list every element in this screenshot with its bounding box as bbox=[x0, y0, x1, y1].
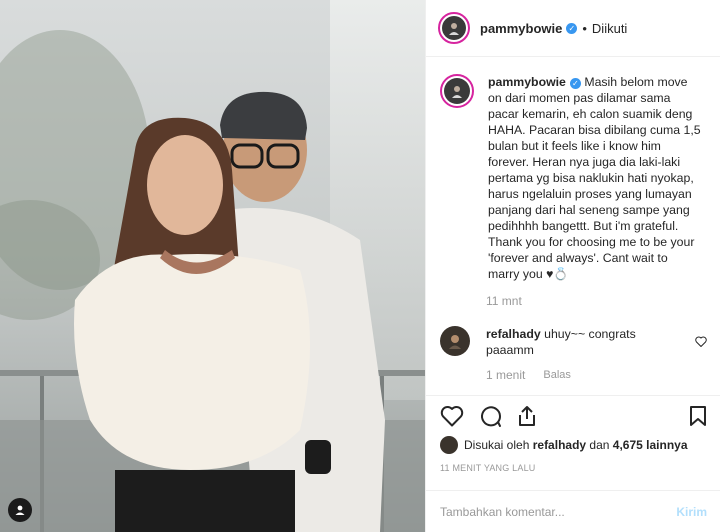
commenter-username[interactable]: refalhady bbox=[486, 327, 541, 341]
caption-text-block: pammybowie ✓ Masih belom move on dari mom… bbox=[488, 74, 702, 282]
caption-username[interactable]: pammybowie bbox=[488, 75, 566, 89]
share-icon[interactable] bbox=[516, 405, 538, 427]
add-comment-bar: Kirim bbox=[426, 490, 720, 532]
commenter-avatar[interactable] bbox=[440, 326, 470, 356]
action-icons bbox=[440, 403, 709, 429]
post-details-panel: pammybowie ✓ • Diikuti pammybowie ✓ Masih… bbox=[425, 0, 720, 532]
post-photo[interactable] bbox=[0, 0, 425, 532]
likes-user[interactable]: refalhady bbox=[533, 438, 586, 452]
separator-dot: • bbox=[582, 20, 587, 36]
comment-input[interactable] bbox=[440, 504, 677, 519]
caption-time: 11 mnt bbox=[486, 294, 522, 308]
comment-meta: 1 menit Balas bbox=[486, 368, 720, 382]
likes-summary: Disukai oleh refalhady dan 4,675 lainnya bbox=[440, 436, 709, 454]
likes-count[interactable]: 4,675 lainnya bbox=[613, 438, 688, 452]
small-heart-icon[interactable] bbox=[695, 334, 707, 352]
follow-status-button[interactable]: Diikuti bbox=[592, 21, 627, 36]
author-avatar[interactable] bbox=[438, 12, 470, 44]
liker-avatar[interactable] bbox=[440, 436, 458, 454]
comment-bubble-icon[interactable] bbox=[478, 404, 502, 428]
post-header: pammybowie ✓ • Diikuti bbox=[426, 0, 720, 57]
post-actions: Disukai oleh refalhady dan 4,675 lainnya… bbox=[426, 395, 720, 473]
couple-photo-illustration bbox=[0, 0, 425, 532]
caption-text: Masih belom move on dari momen pas dilam… bbox=[488, 75, 701, 281]
comment-body: refalhady uhuy~~ congrats paaamm bbox=[486, 326, 672, 358]
bookmark-icon[interactable] bbox=[689, 405, 707, 427]
author-username[interactable]: pammybowie bbox=[480, 21, 562, 36]
post-comment-button[interactable]: Kirim bbox=[676, 505, 707, 519]
post-caption: pammybowie ✓ Masih belom move on dari mom… bbox=[426, 74, 720, 282]
reply-button[interactable]: Balas bbox=[543, 369, 571, 381]
verified-badge-icon: ✓ bbox=[569, 78, 581, 89]
caption-author-avatar[interactable] bbox=[440, 74, 474, 108]
comment-item: refalhady uhuy~~ congrats paaamm bbox=[426, 326, 720, 358]
comments-section: pammybowie ✓ Masih belom move on dari mom… bbox=[426, 74, 720, 394]
tagged-user-icon[interactable] bbox=[8, 498, 32, 522]
likes-middle: dan bbox=[589, 438, 610, 452]
verified-badge-icon: ✓ bbox=[566, 22, 578, 34]
comment-time: 1 menit bbox=[486, 368, 526, 382]
post-timestamp: 11 MENIT YANG LALU bbox=[440, 463, 536, 473]
likes-prefix: Disukai oleh bbox=[464, 438, 530, 452]
heart-icon[interactable] bbox=[440, 405, 464, 427]
